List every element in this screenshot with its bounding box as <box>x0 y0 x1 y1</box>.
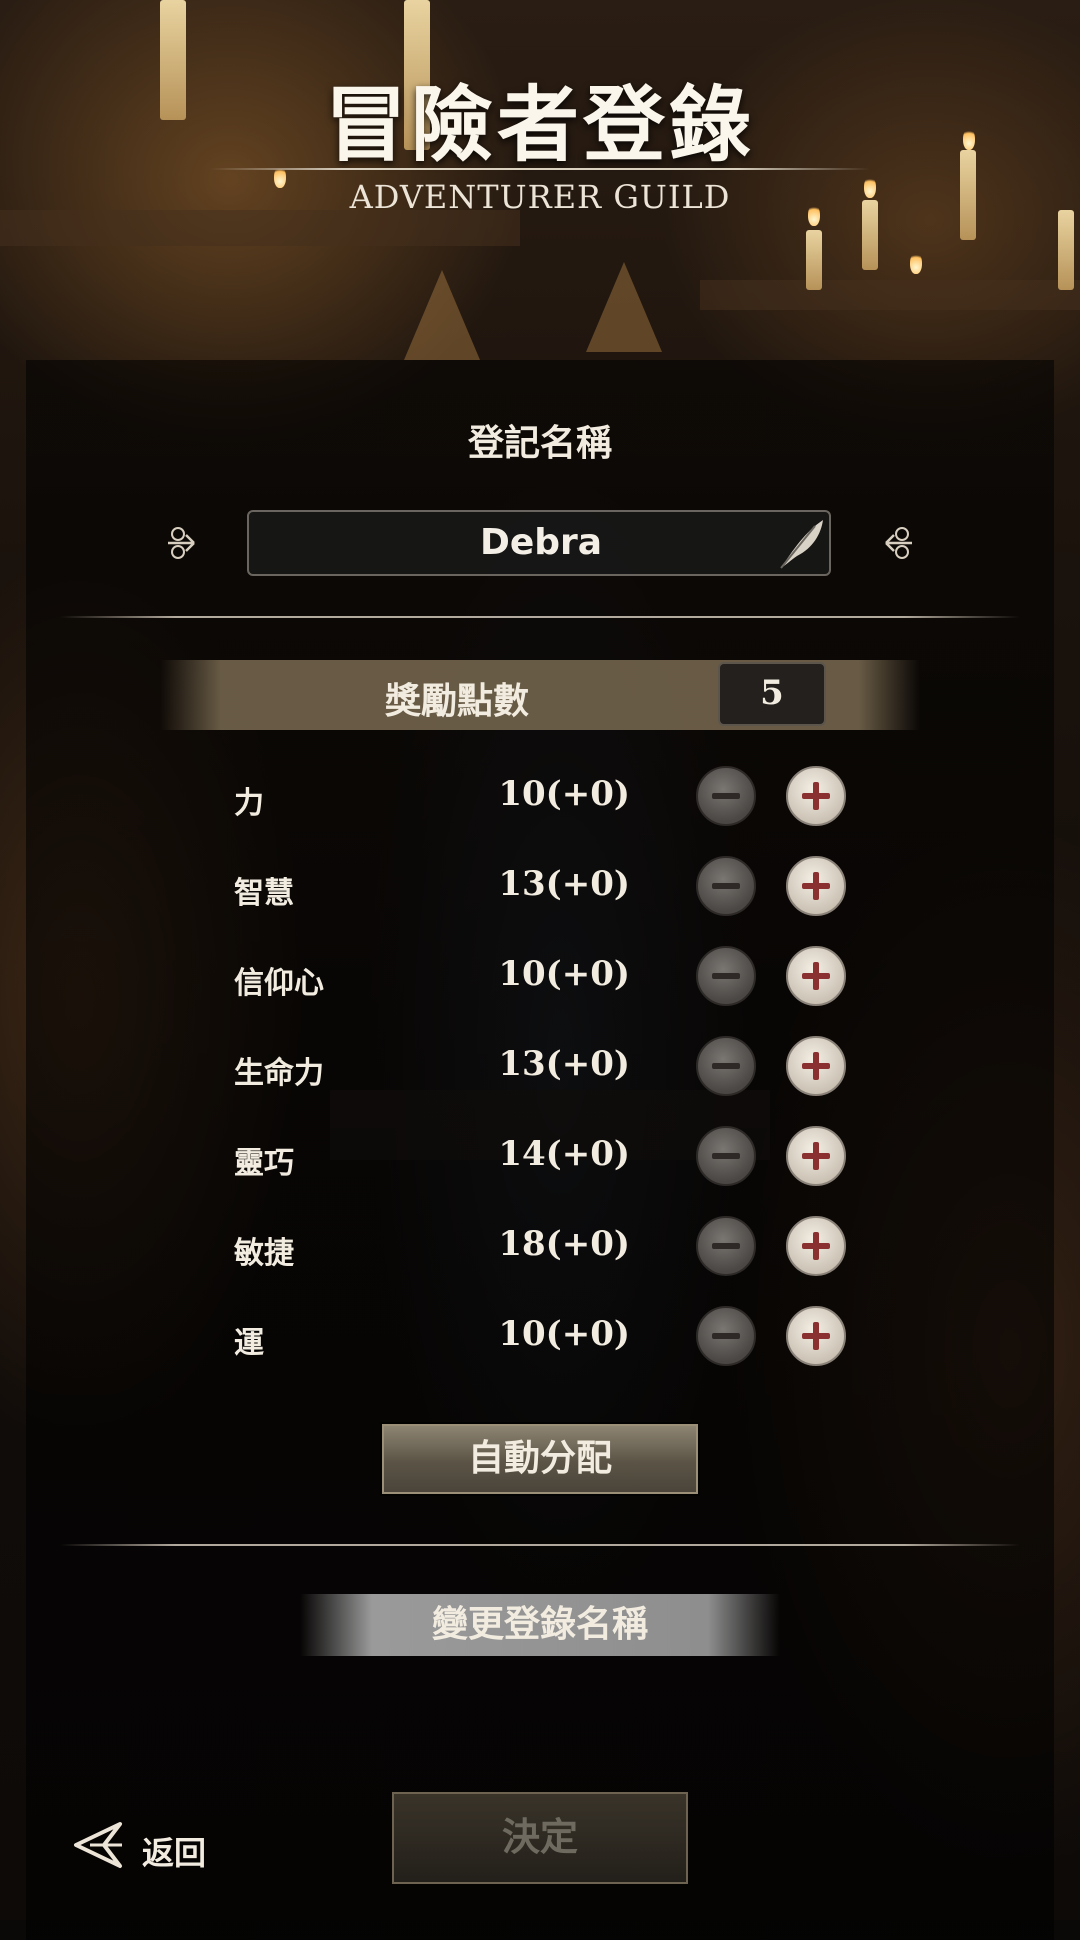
decrease-button[interactable] <box>696 1126 756 1186</box>
minus-icon <box>712 1333 740 1339</box>
plus-icon <box>802 872 830 900</box>
stat-name: 運 <box>234 1326 264 1361</box>
minus-icon <box>712 883 740 889</box>
increase-button[interactable] <box>786 1126 846 1186</box>
quill-icon[interactable] <box>775 516 827 572</box>
left-ornament-icon <box>168 527 195 559</box>
candle-flame <box>910 252 922 274</box>
minus-icon <box>712 1063 740 1069</box>
stat-value: 18(+0) <box>498 1224 630 1264</box>
increase-button[interactable] <box>786 856 846 916</box>
stat-name: 智慧 <box>234 876 294 911</box>
page-subtitle: ADVENTURER GUILD <box>349 178 731 216</box>
plus-icon <box>802 782 830 810</box>
character-ear <box>404 270 480 360</box>
stat-row: 力 10(+0) <box>0 756 1080 846</box>
bonus-points-value: 5 <box>718 662 826 726</box>
stat-value: 10(+0) <box>498 774 630 814</box>
decrease-button[interactable] <box>696 766 756 826</box>
increase-button[interactable] <box>786 1216 846 1276</box>
plus-icon <box>802 1052 830 1080</box>
right-ornament-icon <box>885 527 912 559</box>
stat-value: 13(+0) <box>498 1044 630 1084</box>
minus-icon <box>712 973 740 979</box>
name-section-label: 登記名稱 <box>467 422 612 464</box>
increase-button[interactable] <box>786 946 846 1006</box>
stat-name: 力 <box>234 786 264 821</box>
stat-value: 13(+0) <box>498 864 630 904</box>
stat-value: 10(+0) <box>498 1314 630 1354</box>
increase-button[interactable] <box>786 1306 846 1366</box>
section-divider <box>60 616 1020 618</box>
increase-button[interactable] <box>786 1036 846 1096</box>
plus-icon <box>802 1322 830 1350</box>
minus-icon <box>712 1153 740 1159</box>
confirm-button[interactable]: 決定 <box>392 1792 688 1884</box>
character-ear <box>586 262 662 352</box>
stat-row: 運 10(+0) <box>0 1296 1080 1386</box>
increase-button[interactable] <box>786 766 846 826</box>
auto-assign-button[interactable]: 自動分配 <box>382 1424 698 1494</box>
stat-row: 生命力 13(+0) <box>0 1026 1080 1116</box>
decrease-button[interactable] <box>696 1216 756 1276</box>
back-label: 返回 <box>142 1834 207 1872</box>
plus-icon <box>802 962 830 990</box>
candle <box>1058 210 1074 290</box>
stat-name: 敏捷 <box>234 1236 294 1271</box>
stat-row: 靈巧 14(+0) <box>0 1116 1080 1206</box>
stat-value: 14(+0) <box>498 1134 630 1174</box>
plus-icon <box>802 1142 830 1170</box>
minus-icon <box>712 793 740 799</box>
title-divider <box>210 168 870 170</box>
stat-name: 信仰心 <box>234 966 324 1001</box>
back-arrow-icon <box>74 1822 122 1868</box>
stat-row: 敏捷 18(+0) <box>0 1206 1080 1296</box>
decrease-button[interactable] <box>696 1036 756 1096</box>
name-value: Debra <box>479 522 603 563</box>
decrease-button[interactable] <box>696 946 756 1006</box>
stat-row: 信仰心 10(+0) <box>0 936 1080 1026</box>
back-button[interactable]: 返回 <box>70 1820 230 1876</box>
rename-button[interactable]: 變更登錄名稱 <box>300 1594 780 1656</box>
candle <box>806 230 822 290</box>
decrease-button[interactable] <box>696 856 756 916</box>
stat-row: 智慧 13(+0) <box>0 846 1080 936</box>
page-title: 冒險者登錄 <box>324 77 755 173</box>
stat-name: 靈巧 <box>234 1146 294 1181</box>
name-input[interactable]: Debra <box>247 510 831 576</box>
decrease-button[interactable] <box>696 1306 756 1366</box>
section-divider <box>60 1544 1020 1546</box>
stat-value: 10(+0) <box>498 954 630 994</box>
minus-icon <box>712 1243 740 1249</box>
stat-name: 生命力 <box>234 1056 324 1091</box>
bonus-points-label: 獎勵點數 <box>385 680 530 722</box>
plus-icon <box>802 1232 830 1260</box>
